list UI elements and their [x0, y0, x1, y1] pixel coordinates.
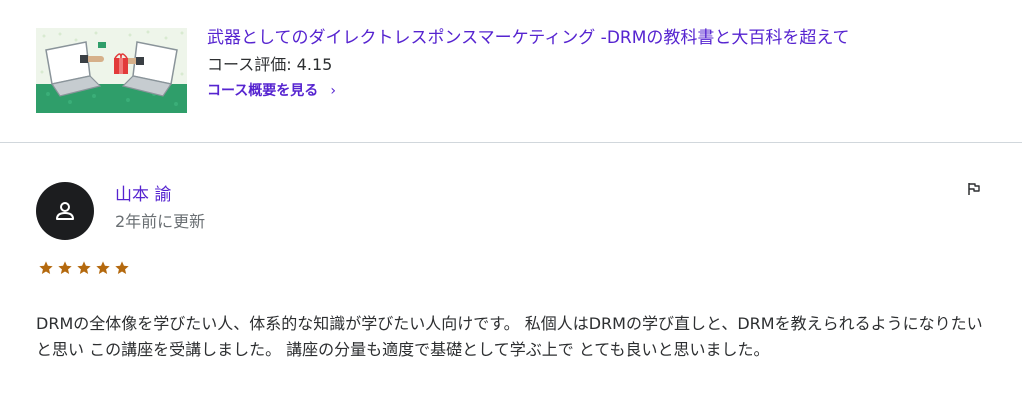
star-icon	[39, 261, 53, 274]
star-rating	[38, 260, 130, 276]
course-card: 武器としてのダイレクトレスポンスマーケティング -DRMの教科書と大百科を超えて…	[0, 0, 1022, 143]
reviewer-name[interactable]: 山本 諭	[115, 183, 171, 207]
view-course-overview-link[interactable]: コース概要を見る ›	[207, 80, 336, 102]
review-card: 山本 諭 2年前に更新 DRMの全体像を学びたい人、体系的な知識が学びたい人向け…	[0, 143, 1022, 410]
chevron-right-icon: ›	[330, 83, 336, 99]
star-icon	[96, 261, 110, 274]
course-title[interactable]: 武器としてのダイレクトレスポンスマーケティング -DRMの教科書と大百科を超えて	[207, 26, 850, 50]
view-course-overview-label: コース概要を見る	[207, 83, 319, 99]
course-thumbnail[interactable]	[36, 28, 187, 113]
avatar	[36, 182, 94, 240]
star-icon	[77, 261, 91, 274]
course-rating: コース評価: 4.15	[207, 55, 333, 74]
star-icon	[58, 261, 72, 274]
review-text: DRMの全体像を学びたい人、体系的な知識が学びたい人向けです。 私個人はDRMの…	[36, 314, 983, 359]
laptops-exchanging-gift-illustration	[36, 28, 187, 113]
report-flag-button[interactable]	[962, 177, 986, 201]
review-date: 2年前に更新	[115, 212, 206, 231]
flag-icon	[968, 183, 980, 195]
person-icon	[56, 202, 74, 220]
star-icon	[115, 261, 129, 274]
